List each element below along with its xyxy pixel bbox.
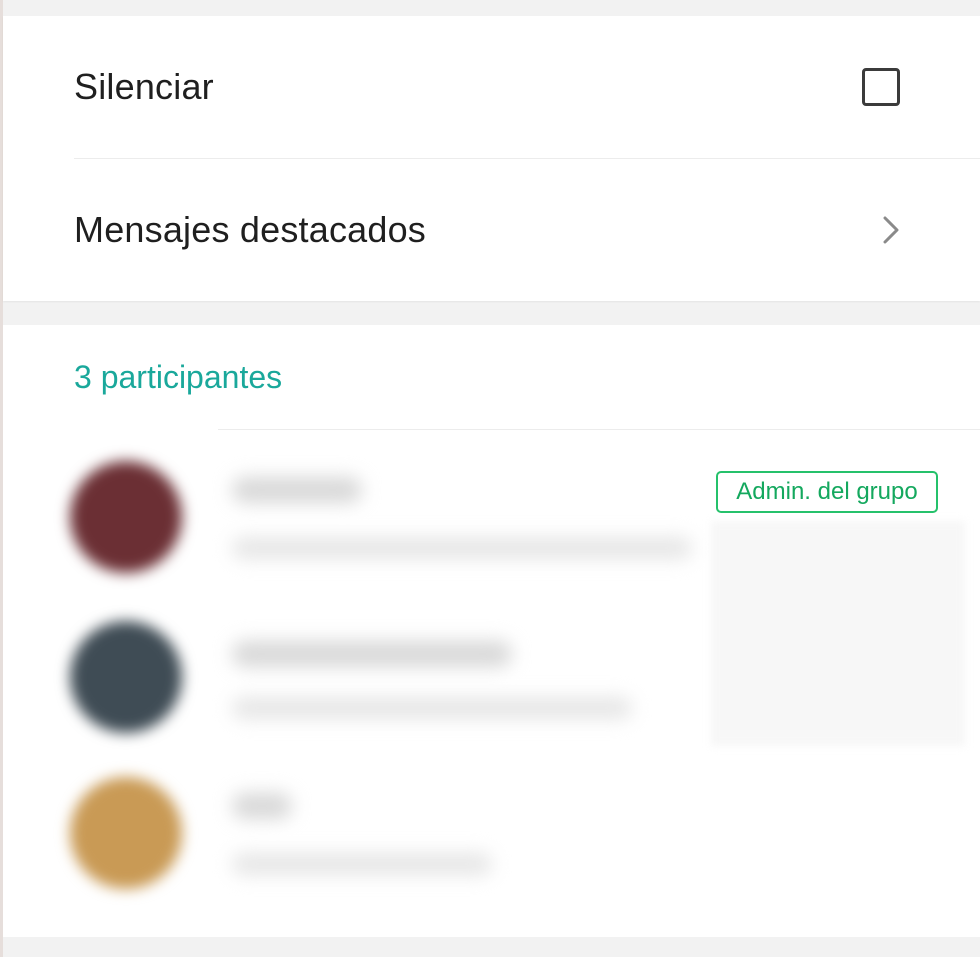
blurred-name — [232, 477, 362, 503]
starred-messages-label: Mensajes destacados — [74, 209, 427, 250]
avatar — [70, 777, 182, 889]
blurred-status — [232, 697, 632, 719]
participants-card: 3 participantes Admin. del grupo — [3, 325, 980, 937]
participant-item[interactable] — [42, 757, 712, 917]
mute-label: Silenciar — [74, 66, 214, 107]
chat-settings-card: Silenciar Mensajes destacados — [3, 16, 980, 301]
divider — [218, 429, 980, 430]
participant-item[interactable] — [42, 601, 712, 761]
starred-messages-row[interactable]: Mensajes destacados — [3, 159, 980, 301]
mute-checkbox[interactable] — [862, 68, 900, 106]
avatar — [70, 461, 182, 573]
participants-count: 3 participantes — [74, 359, 283, 395]
blurred-content — [711, 521, 965, 746]
mute-row[interactable]: Silenciar — [3, 16, 980, 158]
blurred-name — [232, 641, 512, 667]
avatar — [70, 621, 182, 733]
bottom-divider — [3, 937, 980, 957]
blurred-name — [232, 793, 292, 819]
participant-item[interactable] — [42, 441, 712, 601]
blurred-status — [232, 537, 692, 559]
admin-badge: Admin. del grupo — [716, 471, 938, 513]
chevron-right-icon — [883, 216, 899, 244]
blurred-status — [232, 853, 492, 875]
